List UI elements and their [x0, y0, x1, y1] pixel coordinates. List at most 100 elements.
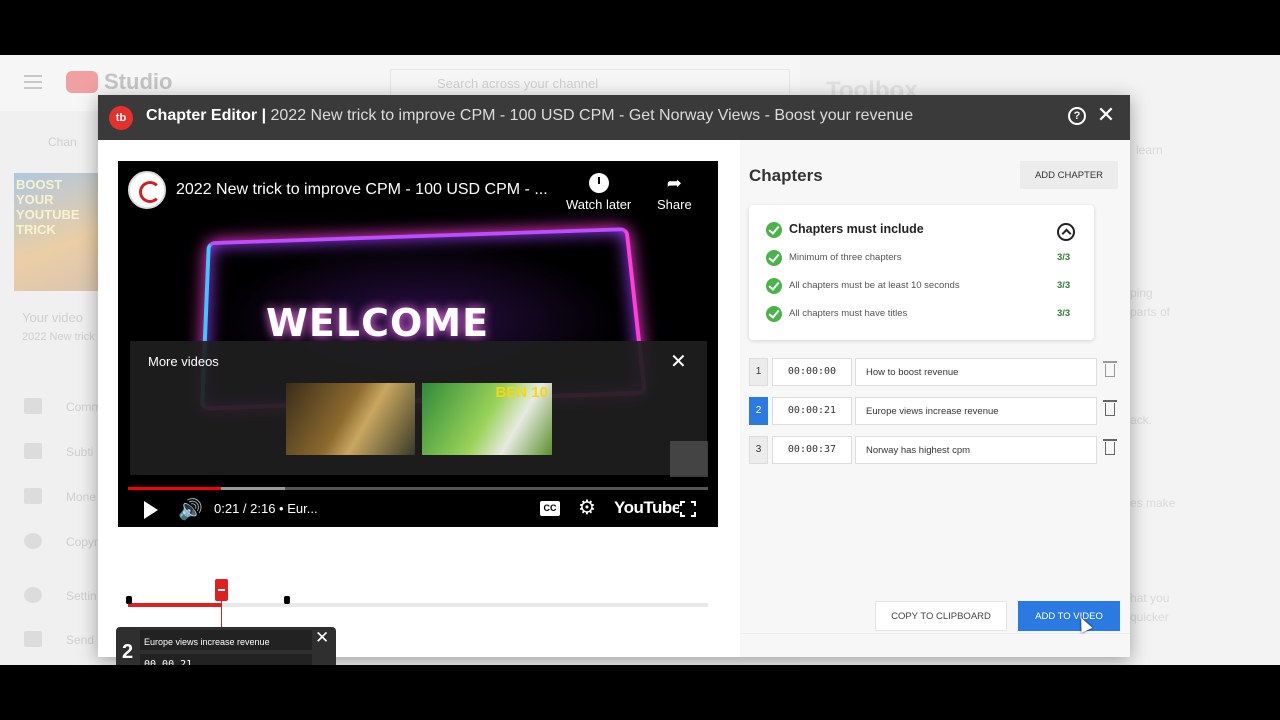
bg-text-5: es make: [1130, 496, 1176, 510]
check-circle-icon: [766, 306, 782, 322]
requirement-item: All chapters must be at least 10 seconds: [789, 280, 960, 291]
timeline-playhead-line: [220, 601, 222, 627]
share-label: Share: [657, 197, 692, 212]
chapter-title-input[interactable]: Europe views increase revenue: [855, 397, 1097, 425]
share-icon: ➦: [666, 173, 682, 193]
sidebar-back-label[interactable]: Chan: [48, 135, 77, 149]
search-placeholder: Search across your channel: [437, 76, 599, 91]
dialog-title-bold: Chapter Editor |: [146, 107, 267, 124]
feedback-icon[interactable]: [24, 631, 42, 647]
screen-frame: Studio Search across your channel Chan B…: [0, 55, 1280, 665]
chapter-number[interactable]: 2: [749, 397, 768, 425]
thumbnail-text: BOOST YOUR YOUTUBE TRICK: [16, 177, 80, 237]
chapter-marker[interactable]: [126, 596, 132, 604]
sidebar-item-monetization[interactable]: Mone: [66, 490, 96, 504]
related-video-thumbnail[interactable]: [286, 383, 415, 455]
chapter-marker[interactable]: [283, 596, 290, 604]
chapter-title-input[interactable]: Norway has highest cpm: [855, 436, 1097, 464]
player-video-title[interactable]: 2022 New trick to improve CPM - 100 USD …: [176, 181, 548, 199]
comments-icon[interactable]: [24, 398, 42, 414]
bg-text-3: parts of: [1130, 305, 1171, 319]
chapter-editor-dialog: tb Chapter Editor | 2022 New trick to im…: [98, 95, 1130, 665]
dialog-title-video: 2022 New trick to improve CPM - 100 USD …: [266, 107, 914, 124]
share-button[interactable]: ➦ Share: [657, 173, 692, 212]
copyright-icon[interactable]: [24, 533, 42, 549]
chapters-title: Chapters: [749, 166, 823, 185]
help-icon[interactable]: ?: [1068, 107, 1086, 125]
sidebar-item-comments[interactable]: Comm: [66, 400, 101, 414]
bg-text-6: hat you: [1130, 591, 1170, 605]
check-circle-icon: [766, 278, 782, 294]
settings-icon[interactable]: ⚙: [578, 495, 596, 520]
more-videos-close-icon[interactable]: ✕: [670, 349, 687, 374]
requirements-card: Chapters must include Minimum of three c…: [749, 205, 1094, 340]
timeline-handle[interactable]: [214, 579, 228, 601]
studio-label: Studio: [104, 69, 173, 94]
bg-text-4: ack.: [1130, 413, 1153, 427]
volume-icon[interactable]: 🔊: [178, 497, 203, 522]
chapter-time-input[interactable]: 00:00:21: [772, 397, 852, 425]
add-chapter-button[interactable]: ADD CHAPTER: [1020, 161, 1118, 189]
bg-text-7: quicker: [1130, 610, 1169, 624]
check-circle-icon: [766, 250, 782, 266]
timeline-progress: [128, 603, 221, 607]
tooltip-chapter-time: 00 00 21: [140, 654, 312, 665]
copy-to-clipboard-button[interactable]: COPY TO CLIPBOARD: [875, 601, 1007, 631]
chapter-title-input[interactable]: How to boost revenue: [855, 358, 1097, 386]
chapter-number[interactable]: 1: [749, 358, 768, 386]
bg-text-2: ping: [1130, 286, 1153, 300]
sidebar-item-copyright[interactable]: Copyr: [66, 535, 98, 549]
requirement-item: Minimum of three chapters: [789, 252, 902, 263]
play-icon[interactable]: [144, 501, 158, 519]
video-player[interactable]: WELCOME 2022 New trick to improve CPM - …: [118, 161, 718, 527]
add-to-video-button[interactable]: ADD TO VIDEO: [1018, 601, 1120, 631]
check-circle-icon: [766, 222, 782, 238]
close-icon[interactable]: ✕: [1096, 104, 1116, 126]
settings-gear-icon[interactable]: [24, 587, 42, 603]
fullscreen-icon[interactable]: [679, 500, 699, 520]
channel-avatar[interactable]: [128, 171, 166, 209]
menu-icon[interactable]: [24, 75, 42, 89]
chapter-time-input[interactable]: 00:00:37: [772, 436, 852, 464]
chapter-number[interactable]: 3: [749, 436, 768, 464]
dialog-header: tb Chapter Editor | 2022 New trick to im…: [98, 95, 1130, 140]
video-frame-text: WELCOME: [266, 301, 490, 345]
dollar-icon[interactable]: [24, 488, 42, 504]
chapter-time-input[interactable]: 00:00:00: [772, 358, 852, 386]
youtube-logo-icon: [66, 71, 98, 93]
requirement-count: 3/3: [1057, 308, 1071, 319]
panel-divider: [740, 633, 1130, 634]
related-video-thumbnail[interactable]: [670, 441, 708, 477]
sidebar-item-subtitles[interactable]: Subti: [66, 445, 93, 459]
requirement-count: 3/3: [1057, 280, 1071, 291]
captions-icon[interactable]: CC: [540, 501, 560, 516]
progress-played: [128, 487, 221, 490]
requirements-heading: Chapters must include: [789, 222, 924, 236]
sidebar-item-send-feedback[interactable]: Send: [66, 633, 94, 647]
tooltip-chapter-name: Europe views increase revenue: [140, 630, 312, 650]
requirement-item: All chapters must have titles: [789, 308, 908, 319]
youtube-brand-icon[interactable]: YouTube: [614, 498, 681, 518]
sidebar-item-settings[interactable]: Settin: [66, 589, 97, 603]
watch-later-label: Watch later: [566, 197, 632, 212]
dialog-title: Chapter Editor | 2022 New trick to impro…: [146, 107, 913, 125]
watch-later-button[interactable]: Watch later: [566, 173, 631, 212]
collapse-chevron-icon[interactable]: [1057, 223, 1075, 241]
your-video-label: Your video: [22, 310, 83, 325]
related-video-badge: BEN 10: [495, 384, 548, 401]
trash-icon[interactable]: [1103, 400, 1117, 416]
chapters-panel: Chapters ADD CHAPTER Chapters must inclu…: [740, 140, 1130, 657]
more-videos-title: More videos: [148, 354, 219, 369]
studio-search-input[interactable]: Search across your channel: [390, 69, 790, 97]
trash-icon[interactable]: [1103, 439, 1117, 455]
subtitles-icon[interactable]: [24, 443, 42, 459]
time-display: 0:21 / 2:16 • Eur...: [214, 501, 318, 516]
trash-icon[interactable]: [1103, 361, 1117, 377]
tooltip-close-icon[interactable]: ✕: [315, 628, 329, 648]
more-videos-overlay: More videos ✕ BEN 10: [130, 341, 708, 477]
tooltip-chapter-number: 2: [122, 641, 134, 663]
bg-text-1: learn: [1136, 143, 1163, 157]
clock-icon: [588, 173, 609, 193]
related-video-thumbnail[interactable]: BEN 10: [422, 383, 552, 455]
video-thumbnail: BOOST YOUR YOUTUBE TRICK: [14, 173, 98, 291]
